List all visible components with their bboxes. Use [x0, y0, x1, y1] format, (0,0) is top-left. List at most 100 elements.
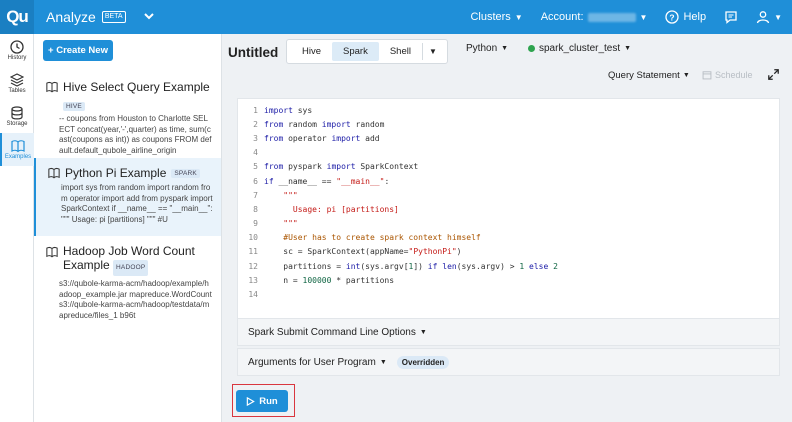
arguments-label: Arguments for User Program: [248, 356, 376, 368]
list-item[interactable]: Python Pi Example SPARK import sys from …: [34, 158, 221, 236]
app-title-text: Analyze: [46, 9, 96, 25]
code-editor[interactable]: 1 import sys 2 from random import random 3 fr…: [237, 98, 780, 326]
cluster-value: spark_cluster_test: [539, 43, 621, 54]
run-button[interactable]: Run: [236, 390, 288, 412]
account-menu[interactable]: Account: ▼: [541, 11, 648, 23]
code-line[interactable]: 3 from operator import add: [238, 131, 779, 145]
code-line[interactable]: 7 """: [238, 188, 779, 202]
code-text: """: [264, 219, 298, 229]
help-label: Help: [683, 11, 707, 23]
rail-item-tables[interactable]: Tables: [0, 67, 34, 100]
code-text: Usage: pi [partitions]: [264, 204, 399, 214]
command-type-tabs: Hive Spark Shell ▼: [286, 39, 448, 64]
help-menu[interactable]: ? Help: [665, 10, 706, 24]
language-select[interactable]: Python ▼: [466, 43, 508, 54]
code-line[interactable]: 9 """: [238, 217, 779, 231]
help-icon: ?: [665, 10, 680, 24]
line-number: 14: [248, 290, 258, 300]
app-title[interactable]: Analyze BETA: [46, 9, 126, 25]
line-number: 10: [248, 233, 258, 243]
line-number: 11: [248, 247, 258, 257]
rail-item-examples[interactable]: Examples: [0, 133, 34, 166]
clock-icon: [10, 40, 24, 54]
cluster-status-dot: [528, 45, 535, 52]
rail-label: Tables: [8, 88, 26, 94]
page-title[interactable]: Untitled: [228, 45, 278, 60]
rail-label: History: [7, 55, 27, 61]
run-label: Run: [259, 395, 278, 407]
examples-panel: + Create New Hive Select Query Example H…: [34, 34, 222, 422]
code-line[interactable]: 4: [238, 146, 779, 160]
clusters-label: Clusters: [470, 11, 511, 23]
qubole-logo[interactable]: Qu: [0, 0, 34, 34]
arguments-toggle[interactable]: Arguments for User Program ▼ Overridden: [237, 348, 780, 376]
svg-text:?: ?: [670, 12, 675, 22]
example-badge: HADOOP: [113, 260, 149, 276]
example-title: Hive Select Query Example: [63, 80, 210, 94]
rail-item-history[interactable]: History: [0, 34, 34, 67]
example-title: Python Pi Example: [65, 166, 167, 180]
app-switcher-chevron-icon[interactable]: [142, 9, 156, 26]
chevron-down-icon: ▼: [774, 12, 782, 22]
line-number: 13: [248, 275, 258, 285]
code-line[interactable]: 1 import sys: [238, 103, 779, 117]
beta-badge: BETA: [101, 11, 126, 23]
top-bar: Qu Analyze BETA Clusters ▼ Account: ▼ ? …: [0, 0, 792, 34]
code-text: n = 100000 * partitions: [264, 275, 395, 285]
schedule-label: Schedule: [715, 70, 753, 80]
rail-item-storage[interactable]: Storage: [0, 100, 34, 133]
code-text: partitions = int(sys.argv[1]) if len(sys…: [264, 261, 558, 271]
list-item[interactable]: Hadoop Job Word Count Example HADOOP s3:…: [34, 236, 221, 326]
code-line[interactable]: 6 if __name__ == "__main__":: [238, 174, 779, 188]
code-line[interactable]: 12 partitions = int(sys.argv[1]) if len(…: [238, 259, 779, 273]
code-line[interactable]: 14: [238, 287, 779, 301]
line-number: 8: [253, 204, 258, 214]
language-value: Python: [466, 43, 498, 54]
more-tabs-chevron-icon[interactable]: ▼: [421, 43, 443, 60]
line-number: 12: [248, 261, 258, 271]
book-icon: [48, 168, 60, 179]
code-line[interactable]: 11 sc = SparkContext(appName="PythonPi"): [238, 245, 779, 259]
example-badge: HIVE: [63, 102, 85, 111]
overridden-badge: Overridden: [396, 355, 450, 369]
line-number: 5: [253, 162, 258, 172]
query-statement-dropdown[interactable]: Query Statement ▼: [608, 70, 690, 81]
line-number: 1: [253, 105, 258, 115]
line-number: 4: [253, 148, 258, 158]
cluster-select[interactable]: spark_cluster_test ▼: [528, 43, 631, 54]
list-item[interactable]: Hive Select Query Example HIVE -- coupon…: [34, 72, 221, 158]
code-line[interactable]: 13 n = 100000 * partitions: [238, 273, 779, 287]
rail-label: Examples: [4, 154, 32, 160]
create-new-button[interactable]: + Create New: [43, 40, 113, 61]
book-icon: [11, 140, 25, 153]
chevron-down-icon: ▼: [501, 45, 509, 52]
chevron-down-icon: ▼: [639, 12, 648, 22]
code-text: sc = SparkContext(appName="PythonPi"): [264, 247, 462, 257]
book-icon: [46, 247, 58, 258]
example-badge: SPARK: [171, 168, 200, 178]
spark-submit-options-toggle[interactable]: Spark Submit Command Line Options ▼: [237, 318, 780, 346]
code-text: import sys: [264, 105, 313, 115]
code-line[interactable]: 5 from pyspark import SparkContext: [238, 160, 779, 174]
database-icon: [11, 106, 23, 120]
tab-spark[interactable]: Spark: [332, 42, 379, 61]
clusters-menu[interactable]: Clusters ▼: [470, 11, 522, 23]
code-line[interactable]: 8 Usage: pi [partitions]: [238, 202, 779, 216]
user-menu[interactable]: ▼: [756, 10, 782, 24]
chevron-down-icon: ▼: [514, 12, 523, 22]
expand-icon[interactable]: [768, 69, 779, 83]
chevron-down-icon: ▼: [379, 358, 387, 366]
schedule-button[interactable]: Schedule: [702, 70, 753, 80]
line-number: 6: [253, 176, 258, 186]
tab-shell[interactable]: Shell: [379, 42, 422, 61]
code-line[interactable]: 2 from random import random: [238, 117, 779, 131]
editor-area: Untitled Hive Spark Shell ▼ Python ▼ spa…: [222, 34, 792, 422]
code-line[interactable]: 10 #User has to create spark context him…: [238, 231, 779, 245]
example-description: s3://qubole-karma-acm/hadoop/example/had…: [59, 279, 212, 320]
feedback-icon[interactable]: [724, 10, 738, 24]
example-description: import sys from random import random fro…: [61, 183, 213, 224]
user-icon: [756, 11, 770, 24]
code-text: if __name__ == "__main__":: [264, 176, 390, 186]
tab-hive[interactable]: Hive: [291, 42, 332, 61]
layers-icon: [10, 73, 24, 87]
